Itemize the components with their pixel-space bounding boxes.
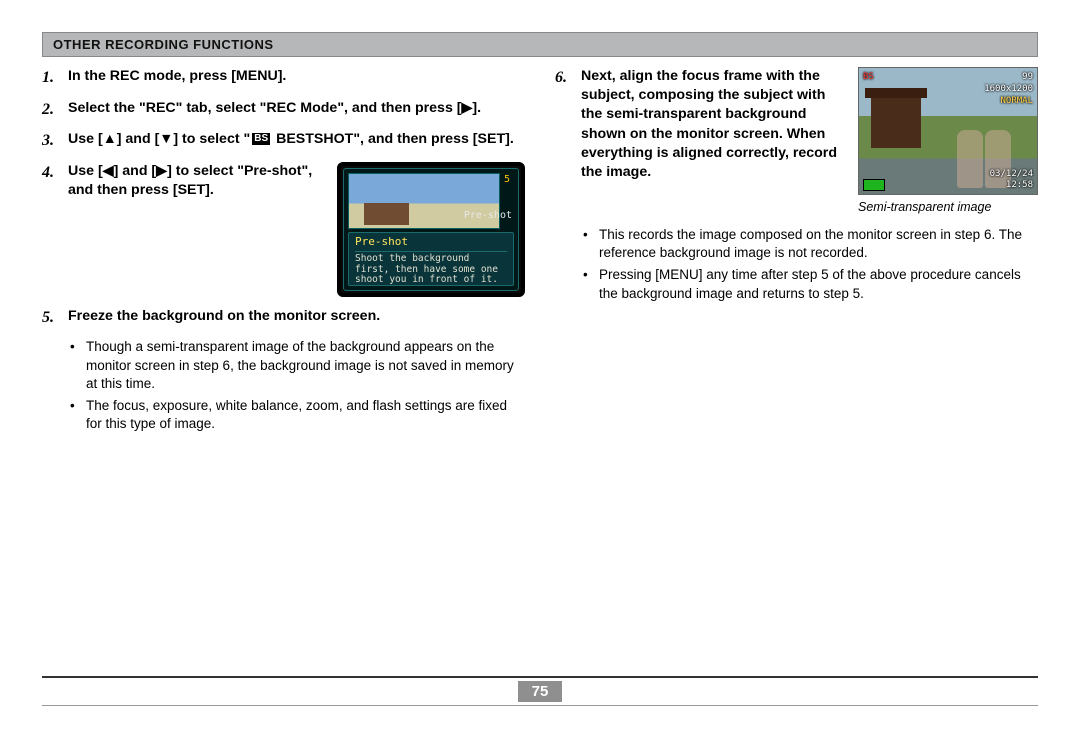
step-6: 6. Next, align the focus frame with the …: [555, 67, 1038, 216]
step-text: In the REC mode, press [MENU].: [68, 67, 525, 89]
step-body: Next, align the focus frame with the sub…: [581, 67, 1038, 216]
step-2: 2. Select the "REC" tab, select "REC Mod…: [42, 99, 525, 121]
bullet: Pressing [MENU] any time after step 5 of…: [587, 266, 1038, 302]
step-text-a: Use [▲] and [▼] to select ": [68, 131, 250, 147]
osd-time: 12:58: [1006, 179, 1033, 191]
step-number: 2.: [42, 99, 68, 121]
step-6-bullets: This records the image composed on the m…: [555, 226, 1038, 303]
step-text: Use [◀] and [▶] to select "Pre-shot", an…: [68, 162, 319, 200]
manual-page: OTHER RECORDING FUNCTIONS 1. In the REC …: [0, 0, 1080, 730]
step-body: Use [◀] and [▶] to select "Pre-shot", an…: [68, 162, 525, 297]
step-number: 1.: [42, 67, 68, 89]
right-column: 6. Next, align the focus frame with the …: [555, 67, 1038, 443]
shrine-shape: [871, 98, 921, 148]
osd-shots-remaining: 99: [1022, 71, 1033, 83]
page-footer: 75: [42, 676, 1038, 706]
lcd-mode-label: Pre-shot: [464, 209, 512, 223]
step-number: 5.: [42, 307, 68, 329]
bullet: Though a semi-transparent image of the b…: [74, 338, 525, 393]
step-3: 3. Use [▲] and [▼] to select "BS BESTSHO…: [42, 130, 525, 152]
camera-screen-figure: BS 99 1600x1200 NORMAL 03/12/24 12:58: [858, 67, 1038, 195]
step-5: 5. Freeze the background on the monitor …: [42, 307, 525, 329]
camera-figure-wrap: BS 99 1600x1200 NORMAL 03/12/24 12:58 Se…: [858, 67, 1038, 216]
step-1: 1. In the REC mode, press [MENU].: [42, 67, 525, 89]
step-4: 4. Use [◀] and [▶] to select "Pre-shot",…: [42, 162, 525, 297]
osd-resolution: 1600x1200: [984, 83, 1033, 95]
bullet: This records the image composed on the m…: [587, 226, 1038, 262]
step-5-bullets: Though a semi-transparent image of the b…: [42, 338, 525, 433]
lcd-bottom-title: Pre-shot: [355, 235, 507, 252]
ghost-subject: [957, 130, 983, 188]
step-text: Next, align the focus frame with the sub…: [581, 67, 842, 182]
section-header: OTHER RECORDING FUNCTIONS: [42, 32, 1038, 57]
page-number: 75: [518, 681, 562, 702]
left-column: 1. In the REC mode, press [MENU]. 2. Sel…: [42, 67, 525, 443]
bullet: The focus, exposure, white balance, zoom…: [74, 397, 525, 433]
osd-quality: NORMAL: [1000, 95, 1033, 107]
step-number: 4.: [42, 162, 68, 297]
preshot-lcd-figure: 5 Pre-shot Pre-shot Shoot the background…: [337, 162, 525, 297]
lcd-bottom-text: Shoot the background first, then have so…: [355, 254, 507, 287]
content-columns: 1. In the REC mode, press [MENU]. 2. Sel…: [42, 67, 1038, 443]
bestshot-icon: BS: [252, 133, 270, 145]
step-number: 6.: [555, 67, 581, 216]
step-text: Use [▲] and [▼] to select "BS BESTSHOT",…: [68, 130, 525, 152]
step-text: Select the "REC" tab, select "REC Mode",…: [68, 99, 525, 121]
figure-caption: Semi-transparent image: [858, 199, 1038, 216]
battery-icon: [863, 179, 885, 191]
step-number: 3.: [42, 130, 68, 152]
lcd-count: 5: [504, 173, 514, 187]
osd-mode-icon: BS: [863, 71, 874, 83]
step-text-b: BESTSHOT", and then press [SET].: [272, 131, 514, 147]
step-text: Freeze the background on the monitor scr…: [68, 307, 525, 329]
